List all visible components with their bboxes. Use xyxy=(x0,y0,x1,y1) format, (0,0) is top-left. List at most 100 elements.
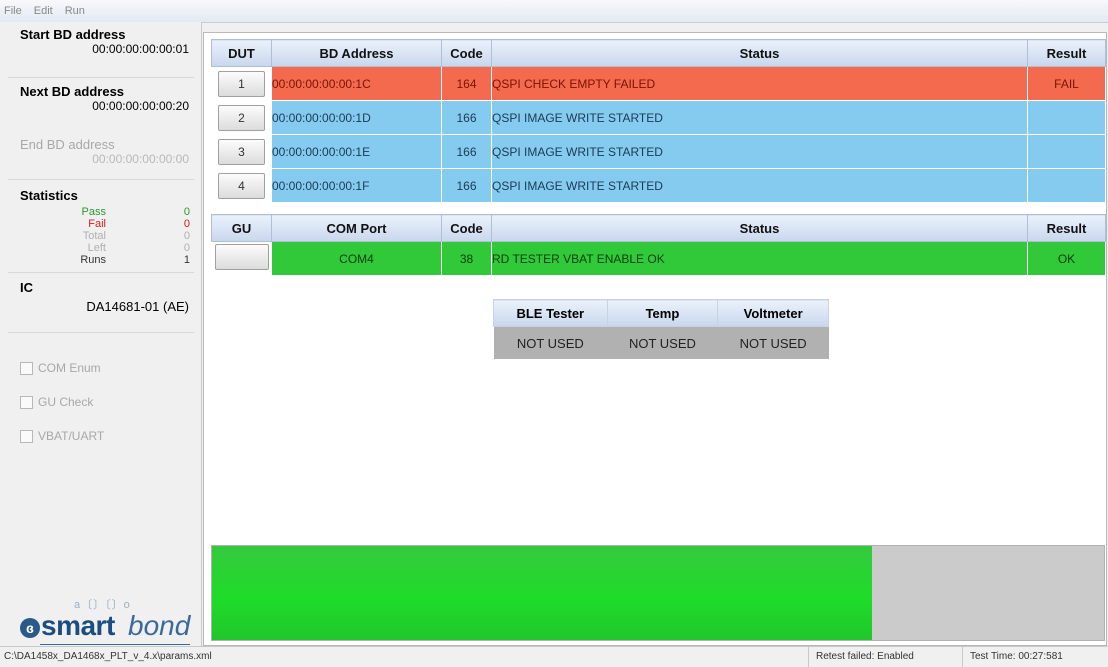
logo-bond: bond xyxy=(128,610,191,641)
stat-left: Left 0 xyxy=(20,242,190,254)
stat-value: 0 xyxy=(183,218,190,230)
status: QSPI IMAGE WRITE STARTED xyxy=(491,134,1028,169)
dut-row-1: 1 00:00:00:00:00:1C 164 QSPI CHECK EMPTY… xyxy=(211,66,1106,101)
end-bd-section: End BD address 00:00:00:00:00:00 xyxy=(0,137,201,166)
logo-underline xyxy=(40,644,190,645)
temp-value: NOT USED xyxy=(607,326,718,359)
col-header: Code xyxy=(441,214,492,242)
bd-address: 00:00:00:00:00:1F xyxy=(271,168,442,203)
divider xyxy=(8,332,194,333)
next-bd-section: Next BD address 00:00:00:00:00:20 xyxy=(0,84,201,113)
bd-address: 00:00:00:00:00:1C xyxy=(271,66,442,101)
col-header: GU xyxy=(211,214,272,242)
status: QSPI CHECK EMPTY FAILED xyxy=(491,66,1028,101)
dut-button-cell: 4 xyxy=(211,168,272,203)
menu-edit[interactable]: Edit xyxy=(28,5,59,17)
smartbond-logo: a〔〕〔〕o ɞ smart bond xyxy=(20,596,200,646)
result xyxy=(1027,100,1106,135)
col-header: Status xyxy=(491,39,1028,67)
divider xyxy=(8,272,194,273)
statistics-section: Statistics xyxy=(0,188,201,203)
menu-file[interactable]: File xyxy=(0,5,28,17)
instruments-table: BLE Tester Temp Voltmeter NOT USED NOT U… xyxy=(493,299,829,359)
stat-value: 0 xyxy=(183,242,190,254)
stat-label: Total xyxy=(82,230,106,242)
com-port: COM4 xyxy=(271,241,442,276)
col-header: BD Address xyxy=(271,39,442,67)
start-bd-label: Start BD address xyxy=(20,27,126,42)
retest-status: Retest failed: Enabled xyxy=(808,647,921,667)
col-header: Result xyxy=(1027,39,1106,67)
dut-3-button[interactable]: 3 xyxy=(218,138,265,165)
col-header: Status xyxy=(491,214,1028,242)
ic-value: DA14681-01 (AE) xyxy=(86,299,189,314)
dut-table-header: DUT BD Address Code Status Result xyxy=(211,39,1106,67)
params-file-path: C:\DA1458x_DA1468x_PLT_v_4.x\params.xml xyxy=(4,651,212,662)
next-bd-value: 00:00:00:00:00:20 xyxy=(92,99,189,113)
checkbox-box xyxy=(20,429,33,443)
com-enum-checkbox[interactable]: COM Enum xyxy=(20,360,101,376)
status-bar: C:\DA1458x_DA1468x_PLT_v_4.x\params.xml … xyxy=(0,646,1108,667)
stat-label: Left xyxy=(87,242,106,254)
dut-button-cell: 3 xyxy=(211,134,272,169)
checkbox-box xyxy=(20,361,33,375)
stat-label: Pass xyxy=(81,206,106,218)
divider xyxy=(8,77,194,78)
end-bd-value: 00:00:00:00:00:00 xyxy=(92,152,189,166)
divider xyxy=(8,179,194,180)
col-header: Voltmeter xyxy=(717,299,829,327)
vbat-uart-checkbox[interactable]: VBAT/UART xyxy=(20,428,104,444)
menu-run[interactable]: Run xyxy=(59,5,91,17)
dut-row-4: 4 00:00:00:00:00:1F 166 QSPI IMAGE WRITE… xyxy=(211,168,1106,203)
code: 166 xyxy=(441,134,492,169)
stat-value: 0 xyxy=(183,206,190,218)
progress-fill xyxy=(212,546,873,640)
status: RD TESTER VBAT ENABLE OK xyxy=(491,241,1028,276)
dut-2-button[interactable]: 2 xyxy=(218,104,265,131)
menu-bar: File Edit Run xyxy=(0,0,1108,23)
logo-mark-icon: ɞ xyxy=(20,618,40,638)
main-panel: DUT BD Address Code Status Result 1 00:0… xyxy=(203,32,1107,646)
result: OK xyxy=(1027,241,1106,276)
stat-label: Runs xyxy=(80,254,106,266)
col-header: BLE Tester xyxy=(493,299,608,327)
checkbox-box xyxy=(20,395,33,409)
instruments-values: NOT USED NOT USED NOT USED xyxy=(493,326,829,359)
stat-pass: Pass 0 xyxy=(20,206,190,218)
stat-total: Total 0 xyxy=(20,230,190,242)
dut-row-2: 2 00:00:00:00:00:1D 166 QSPI IMAGE WRITE… xyxy=(211,100,1106,135)
result: FAIL xyxy=(1027,66,1106,101)
result xyxy=(1027,168,1106,203)
ic-section: IC DA14681-01 (AE) xyxy=(0,280,201,314)
dut-button-cell: 1 xyxy=(211,66,272,101)
end-bd-label: End BD address xyxy=(20,137,115,152)
dut-1-button[interactable]: 1 xyxy=(218,70,265,97)
gu-check-checkbox[interactable]: GU Check xyxy=(20,394,93,410)
result xyxy=(1027,134,1106,169)
code: 166 xyxy=(441,100,492,135)
dut-4-button[interactable]: 4 xyxy=(218,172,265,199)
status: QSPI IMAGE WRITE STARTED xyxy=(491,168,1028,203)
voltmeter-value: NOT USED xyxy=(717,326,829,359)
logo-smart: smart xyxy=(41,610,115,641)
gu-button[interactable] xyxy=(214,244,269,270)
checkbox-label: VBAT/UART xyxy=(38,429,105,443)
stat-fail: Fail 0 xyxy=(20,218,190,230)
test-time: Test Time: 00:27:581 xyxy=(962,647,1070,667)
ble-tester-value: NOT USED xyxy=(493,326,608,359)
code: 38 xyxy=(441,241,492,276)
checkbox-label: GU Check xyxy=(38,395,94,409)
status: QSPI IMAGE WRITE STARTED xyxy=(491,100,1028,135)
code: 166 xyxy=(441,168,492,203)
start-bd-section: Start BD address 00:00:00:00:00:01 xyxy=(0,27,201,56)
code: 164 xyxy=(441,66,492,101)
stat-label: Fail xyxy=(88,218,106,230)
bd-address: 00:00:00:00:00:1E xyxy=(271,134,442,169)
col-header: Code xyxy=(441,39,492,67)
progress-bar xyxy=(211,545,1105,641)
col-header: DUT xyxy=(211,39,272,67)
col-header: Result xyxy=(1027,214,1106,242)
dut-row-3: 3 00:00:00:00:00:1E 166 QSPI IMAGE WRITE… xyxy=(211,134,1106,169)
stat-runs: Runs 1 xyxy=(20,254,190,266)
col-header: COM Port xyxy=(271,214,442,242)
